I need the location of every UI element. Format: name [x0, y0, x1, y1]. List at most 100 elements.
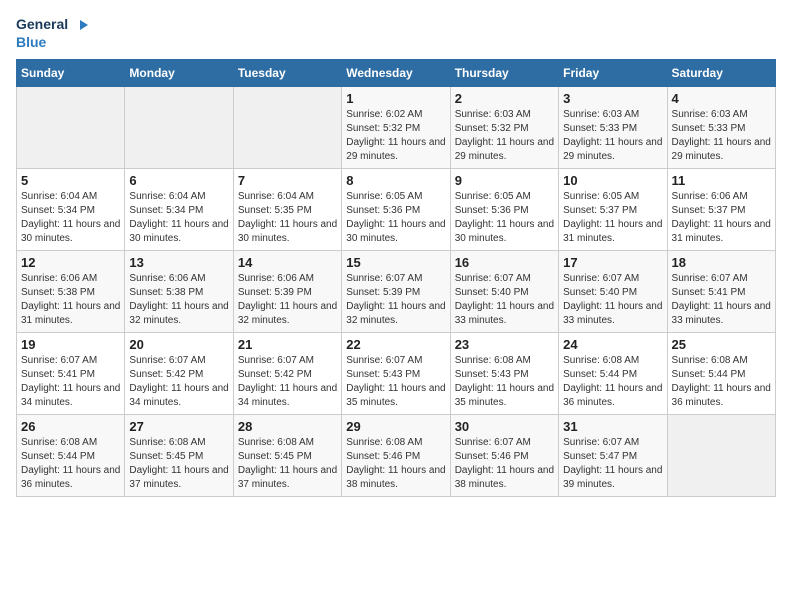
logo-text: General Blue	[16, 16, 88, 51]
weekday-header: Friday	[559, 60, 667, 87]
weekday-header: Monday	[125, 60, 233, 87]
calendar-cell: 30 Sunrise: 6:07 AM Sunset: 5:46 PM Dayli…	[450, 415, 558, 497]
day-number: 17	[563, 255, 662, 270]
calendar-cell	[667, 415, 775, 497]
day-info: Sunrise: 6:07 AM Sunset: 5:42 PM Dayligh…	[129, 354, 228, 410]
day-info: Sunrise: 6:08 AM Sunset: 5:46 PM Dayligh…	[346, 436, 445, 492]
day-info: Sunrise: 6:08 AM Sunset: 5:45 PM Dayligh…	[129, 436, 228, 492]
day-info: Sunrise: 6:05 AM Sunset: 5:36 PM Dayligh…	[346, 190, 445, 246]
day-info: Sunrise: 6:06 AM Sunset: 5:38 PM Dayligh…	[129, 272, 228, 328]
day-number: 11	[672, 173, 771, 188]
day-info: Sunrise: 6:03 AM Sunset: 5:33 PM Dayligh…	[672, 108, 771, 164]
calendar-body: 1Sunrise: 6:02 AM Sunset: 5:32 PM Daylig…	[17, 87, 776, 497]
calendar-week-row: 5Sunrise: 6:04 AM Sunset: 5:34 PM Daylig…	[17, 169, 776, 251]
day-info: Sunrise: 6:08 AM Sunset: 5:44 PM Dayligh…	[672, 354, 771, 410]
calendar-cell: 2Sunrise: 6:03 AM Sunset: 5:32 PM Daylig…	[450, 87, 558, 169]
day-number: 27	[129, 419, 228, 434]
calendar-cell: 3Sunrise: 6:03 AM Sunset: 5:33 PM Daylig…	[559, 87, 667, 169]
day-info: Sunrise: 6:06 AM Sunset: 5:37 PM Dayligh…	[672, 190, 771, 246]
day-info: Sunrise: 6:02 AM Sunset: 5:32 PM Dayligh…	[346, 108, 445, 164]
day-number: 19	[21, 337, 120, 352]
weekday-header: Tuesday	[233, 60, 341, 87]
day-info: Sunrise: 6:07 AM Sunset: 5:41 PM Dayligh…	[672, 272, 771, 328]
day-number: 24	[563, 337, 662, 352]
day-info: Sunrise: 6:04 AM Sunset: 5:34 PM Dayligh…	[129, 190, 228, 246]
calendar-cell: 1Sunrise: 6:02 AM Sunset: 5:32 PM Daylig…	[342, 87, 450, 169]
day-number: 6	[129, 173, 228, 188]
calendar-cell: 27 Sunrise: 6:08 AM Sunset: 5:45 PM Dayli…	[125, 415, 233, 497]
day-info: Sunrise: 6:08 AM Sunset: 5:45 PM Dayligh…	[238, 436, 337, 492]
day-number: 7	[238, 173, 337, 188]
day-info: Sunrise: 6:08 AM Sunset: 5:43 PM Dayligh…	[455, 354, 554, 410]
day-number: 28	[238, 419, 337, 434]
calendar-cell: 7 Sunrise: 6:04 AM Sunset: 5:35 PM Daylig…	[233, 169, 341, 251]
day-number: 23	[455, 337, 554, 352]
day-number: 29	[346, 419, 445, 434]
calendar-week-row: 19Sunrise: 6:07 AM Sunset: 5:41 PM Dayli…	[17, 333, 776, 415]
calendar-cell: 24Sunrise: 6:08 AM Sunset: 5:44 PM Dayli…	[559, 333, 667, 415]
calendar-cell: 19Sunrise: 6:07 AM Sunset: 5:41 PM Dayli…	[17, 333, 125, 415]
calendar-cell: 18 Sunrise: 6:07 AM Sunset: 5:41 PM Dayli…	[667, 251, 775, 333]
logo: General Blue	[16, 16, 88, 51]
day-number: 4	[672, 91, 771, 106]
day-info: Sunrise: 6:08 AM Sunset: 5:44 PM Dayligh…	[21, 436, 120, 492]
day-number: 16	[455, 255, 554, 270]
calendar-table: SundayMondayTuesdayWednesdayThursdayFrid…	[16, 59, 776, 497]
day-info: Sunrise: 6:07 AM Sunset: 5:40 PM Dayligh…	[563, 272, 662, 328]
day-info: Sunrise: 6:07 AM Sunset: 5:40 PM Dayligh…	[455, 272, 554, 328]
day-number: 21	[238, 337, 337, 352]
day-number: 12	[21, 255, 120, 270]
day-number: 14	[238, 255, 337, 270]
calendar-cell: 22Sunrise: 6:07 AM Sunset: 5:43 PM Dayli…	[342, 333, 450, 415]
calendar-cell: 4 Sunrise: 6:03 AM Sunset: 5:33 PM Daylig…	[667, 87, 775, 169]
calendar-cell: 20 Sunrise: 6:07 AM Sunset: 5:42 PM Dayli…	[125, 333, 233, 415]
day-info: Sunrise: 6:04 AM Sunset: 5:35 PM Dayligh…	[238, 190, 337, 246]
weekday-header: Sunday	[17, 60, 125, 87]
day-number: 30	[455, 419, 554, 434]
day-number: 15	[346, 255, 445, 270]
day-info: Sunrise: 6:07 AM Sunset: 5:43 PM Dayligh…	[346, 354, 445, 410]
calendar-cell: 29 Sunrise: 6:08 AM Sunset: 5:46 PM Dayli…	[342, 415, 450, 497]
calendar-cell	[233, 87, 341, 169]
calendar-cell: 6 Sunrise: 6:04 AM Sunset: 5:34 PM Daylig…	[125, 169, 233, 251]
weekday-header: Saturday	[667, 60, 775, 87]
day-number: 10	[563, 173, 662, 188]
calendar-cell: 13Sunrise: 6:06 AM Sunset: 5:38 PM Dayli…	[125, 251, 233, 333]
day-info: Sunrise: 6:05 AM Sunset: 5:37 PM Dayligh…	[563, 190, 662, 246]
day-number: 18	[672, 255, 771, 270]
calendar-cell: 15 Sunrise: 6:07 AM Sunset: 5:39 PM Dayli…	[342, 251, 450, 333]
calendar-week-row: 12 Sunrise: 6:06 AM Sunset: 5:38 PM Dayli…	[17, 251, 776, 333]
day-info: Sunrise: 6:04 AM Sunset: 5:34 PM Dayligh…	[21, 190, 120, 246]
weekday-header: Thursday	[450, 60, 558, 87]
calendar-header: SundayMondayTuesdayWednesdayThursdayFrid…	[17, 60, 776, 87]
calendar-cell: 25 Sunrise: 6:08 AM Sunset: 5:44 PM Dayli…	[667, 333, 775, 415]
calendar-cell: 8 Sunrise: 6:05 AM Sunset: 5:36 PM Daylig…	[342, 169, 450, 251]
calendar-cell	[17, 87, 125, 169]
calendar-cell: 21 Sunrise: 6:07 AM Sunset: 5:42 PM Dayli…	[233, 333, 341, 415]
calendar-week-row: 26 Sunrise: 6:08 AM Sunset: 5:44 PM Dayli…	[17, 415, 776, 497]
weekday-header: Wednesday	[342, 60, 450, 87]
calendar-week-row: 1Sunrise: 6:02 AM Sunset: 5:32 PM Daylig…	[17, 87, 776, 169]
day-info: Sunrise: 6:07 AM Sunset: 5:42 PM Dayligh…	[238, 354, 337, 410]
day-number: 8	[346, 173, 445, 188]
day-info: Sunrise: 6:07 AM Sunset: 5:47 PM Dayligh…	[563, 436, 662, 492]
day-number: 31	[563, 419, 662, 434]
day-info: Sunrise: 6:03 AM Sunset: 5:33 PM Dayligh…	[563, 108, 662, 164]
calendar-cell: 10 Sunrise: 6:05 AM Sunset: 5:37 PM Dayli…	[559, 169, 667, 251]
calendar-cell: 5Sunrise: 6:04 AM Sunset: 5:34 PM Daylig…	[17, 169, 125, 251]
calendar-cell: 14 Sunrise: 6:06 AM Sunset: 5:39 PM Dayli…	[233, 251, 341, 333]
calendar-cell: 17 Sunrise: 6:07 AM Sunset: 5:40 PM Dayli…	[559, 251, 667, 333]
day-number: 25	[672, 337, 771, 352]
day-number: 9	[455, 173, 554, 188]
day-info: Sunrise: 6:06 AM Sunset: 5:39 PM Dayligh…	[238, 272, 337, 328]
calendar-cell: 26 Sunrise: 6:08 AM Sunset: 5:44 PM Dayli…	[17, 415, 125, 497]
calendar-cell: 12Sunrise: 6:06 AM Sunset: 5:38 PM Dayli…	[17, 251, 125, 333]
day-info: Sunrise: 6:07 AM Sunset: 5:46 PM Dayligh…	[455, 436, 554, 492]
day-number: 26	[21, 419, 120, 434]
day-info: Sunrise: 6:07 AM Sunset: 5:39 PM Dayligh…	[346, 272, 445, 328]
calendar-cell: 16 Sunrise: 6:07 AM Sunset: 5:40 PM Dayli…	[450, 251, 558, 333]
calendar-cell	[125, 87, 233, 169]
calendar-cell: 28 Sunrise: 6:08 AM Sunset: 5:45 PM Dayli…	[233, 415, 341, 497]
calendar-cell: 23 Sunrise: 6:08 AM Sunset: 5:43 PM Dayli…	[450, 333, 558, 415]
day-number: 20	[129, 337, 228, 352]
